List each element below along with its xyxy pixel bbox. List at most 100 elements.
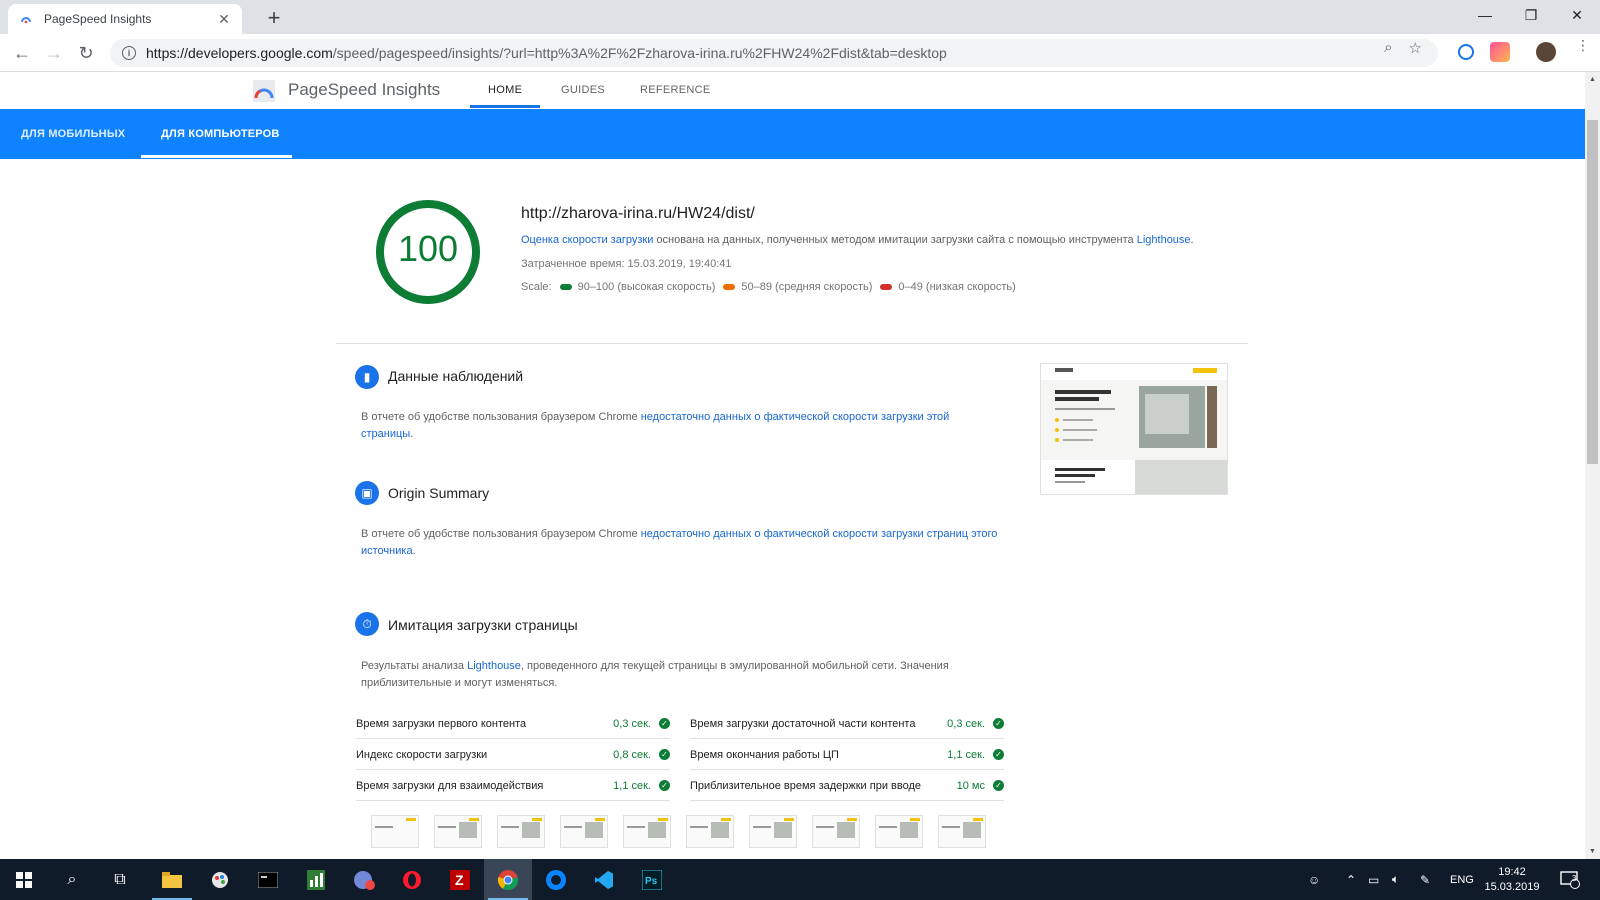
pass-check-icon: ✓: [659, 749, 670, 760]
minimize-button[interactable]: —: [1462, 0, 1508, 30]
firefox-icon[interactable]: [532, 859, 580, 900]
scroll-up-icon[interactable]: ▲: [1585, 72, 1600, 87]
window-close-button[interactable]: ✕: [1554, 0, 1600, 30]
tab-desktop[interactable]: ДЛЯ КОМПЬЮТЕРОВ: [161, 109, 280, 159]
nav-reference[interactable]: REFERENCE: [640, 84, 711, 96]
search-icon[interactable]: ⌕: [48, 859, 96, 900]
filmstrip-frame: [371, 815, 419, 848]
clock-time: 19:42: [1498, 866, 1526, 878]
origin-summary-text-end: .: [412, 545, 416, 557]
metric-row: Время загрузки первого контента 0,3 сек.…: [356, 709, 670, 739]
scale-average-label: 50–89 (средняя скорость): [741, 281, 873, 293]
tab-close-icon[interactable]: ✕: [216, 11, 232, 27]
filmstrip-frame: [686, 815, 734, 848]
summary-description-text: основана на данных, полученных методом и…: [653, 234, 1137, 246]
filmstrip-frame: [812, 815, 860, 848]
terminal-icon[interactable]: [244, 859, 292, 900]
metric-row: Индекс скорости загрузки 0,8 сек. ✓: [356, 740, 670, 770]
browser-tab[interactable]: PageSpeed Insights ✕: [8, 4, 242, 34]
device-tab-indicator: [141, 155, 292, 158]
scale-label: Scale:: [521, 281, 552, 293]
language-indicator[interactable]: ENG: [1450, 859, 1474, 900]
speed-score-link[interactable]: Оценка скорости загрузки: [521, 234, 653, 246]
metric-name: Время загрузки достаточной части контент…: [690, 717, 916, 730]
extension-color-icon[interactable]: [1490, 42, 1510, 62]
scale-slow-label: 0–49 (низкая скорость): [898, 281, 1016, 293]
browser-toolbar: ← → ↻ i https://developers.google.com/sp…: [0, 34, 1600, 72]
clock-date: 15.03.2019: [1484, 881, 1540, 893]
menu-dots-icon[interactable]: ⋮: [1576, 38, 1590, 52]
summary-divider: [336, 343, 1248, 344]
people-icon[interactable]: ☺: [1308, 859, 1320, 900]
scale-fast-pill: [559, 284, 572, 290]
photoshop-icon[interactable]: Ps: [628, 859, 676, 900]
page-scrollbar[interactable]: ▲ ▼: [1585, 72, 1600, 859]
system-clock[interactable]: 19:42 15.03.2019: [1480, 865, 1544, 895]
pass-check-icon: ✓: [659, 718, 670, 729]
device-tab-bar: ДЛЯ МОБИЛЬНЫХ ДЛЯ КОМПЬЮТЕРОВ: [0, 109, 1585, 159]
metric-name: Приблизительное время задержки при вводе: [690, 779, 921, 792]
field-data-text: В отчете об удобстве пользования браузер…: [361, 409, 1001, 443]
lighthouse-link[interactable]: Lighthouse: [1137, 234, 1191, 246]
address-bar[interactable]: i https://developers.google.com/speed/pa…: [110, 39, 1438, 67]
pass-check-icon: ✓: [993, 718, 1004, 729]
site-info-icon[interactable]: i: [122, 46, 136, 60]
metric-name: Время окончания работы ЦП: [690, 748, 839, 761]
metric-value: 1,1 сек.: [947, 748, 985, 761]
browser-tabstrip: PageSpeed Insights ✕ + — ❐ ✕: [0, 0, 1600, 34]
pagespeed-favicon-icon: [18, 11, 34, 27]
profile-avatar[interactable]: [1536, 42, 1556, 62]
notification-center-icon[interactable]: 3: [1560, 859, 1580, 900]
tab-mobile[interactable]: ДЛЯ МОБИЛЬНЫХ: [21, 109, 125, 159]
scroll-down-icon[interactable]: ▼: [1585, 844, 1600, 859]
nav-home[interactable]: HOME: [488, 84, 522, 96]
filmstrip-frame: [560, 815, 608, 848]
spreadsheet-app-icon[interactable]: [292, 859, 340, 900]
svg-text:Ps: Ps: [645, 876, 658, 887]
windows-taskbar: ⌕ ⧉ Z Ps ☺ ⌃ ▭ 🔈︎ ✎ ENG 19:42 15.03.2019…: [0, 859, 1600, 900]
forward-arrow-icon[interactable]: →: [42, 41, 66, 65]
metric-value: 1,1 сек.: [613, 779, 651, 792]
chrome-icon[interactable]: [484, 859, 532, 900]
score-value: 100: [397, 228, 459, 269]
metric-row: Время окончания работы ЦП 1,1 сек. ✓: [690, 740, 1004, 770]
scrollbar-thumb[interactable]: [1587, 120, 1598, 464]
file-explorer-icon[interactable]: [148, 859, 196, 900]
filezilla-icon[interactable]: Z: [436, 859, 484, 900]
back-arrow-icon[interactable]: ←: [10, 41, 34, 65]
restore-button[interactable]: ❐: [1508, 0, 1554, 30]
tested-url: http://zharova-irina.ru/HW24/dist/: [521, 205, 755, 222]
notification-count: 3: [1572, 874, 1577, 883]
metric-row: Время загрузки для взаимодействия 1,1 се…: [356, 771, 670, 801]
lab-data-text: Результаты анализа Lighthouse, проведенн…: [361, 658, 1001, 692]
windows-start-icon[interactable]: [0, 859, 48, 900]
pagespeed-logo-icon: [253, 80, 275, 102]
metric-value: 10 мс: [956, 779, 985, 792]
opera-icon[interactable]: [388, 859, 436, 900]
origin-summary-icon: ▣: [355, 481, 379, 505]
tray-expand-icon[interactable]: ⌃: [1346, 859, 1356, 900]
reload-icon[interactable]: ↻: [74, 41, 98, 65]
metric-name: Индекс скорости загрузки: [356, 748, 488, 761]
new-tab-button[interactable]: +: [262, 5, 286, 30]
metric-row: Приблизительное время задержки при вводе…: [690, 771, 1004, 801]
pen-icon[interactable]: ✎: [1420, 859, 1430, 900]
paint-app-icon[interactable]: [196, 859, 244, 900]
volume-icon[interactable]: 🔈︎: [1392, 859, 1399, 900]
task-view-icon[interactable]: ⧉: [96, 859, 144, 900]
psi-brand-title: PageSpeed Insights: [288, 80, 441, 99]
analysis-time: Затраченное время: 15.03.2019, 19:40:41: [521, 258, 732, 270]
metric-value: 0,3 сек.: [947, 717, 985, 730]
nav-guides[interactable]: GUIDES: [561, 84, 605, 96]
filmstrip-frame: [497, 815, 545, 848]
network-icon[interactable]: ▭: [1368, 859, 1379, 900]
zoom-icon[interactable]: ⌕: [1384, 39, 1392, 57]
vscode-icon[interactable]: [580, 859, 628, 900]
origin-summary-title: Origin Summary: [388, 485, 490, 501]
filmstrip-frame: [434, 815, 482, 848]
bookmark-star-icon[interactable]: ☆: [1409, 39, 1422, 57]
pass-check-icon: ✓: [659, 780, 670, 791]
extension-drive-icon[interactable]: [1458, 44, 1474, 60]
lab-lighthouse-link[interactable]: Lighthouse: [467, 660, 521, 672]
messenger-icon[interactable]: [340, 859, 388, 900]
